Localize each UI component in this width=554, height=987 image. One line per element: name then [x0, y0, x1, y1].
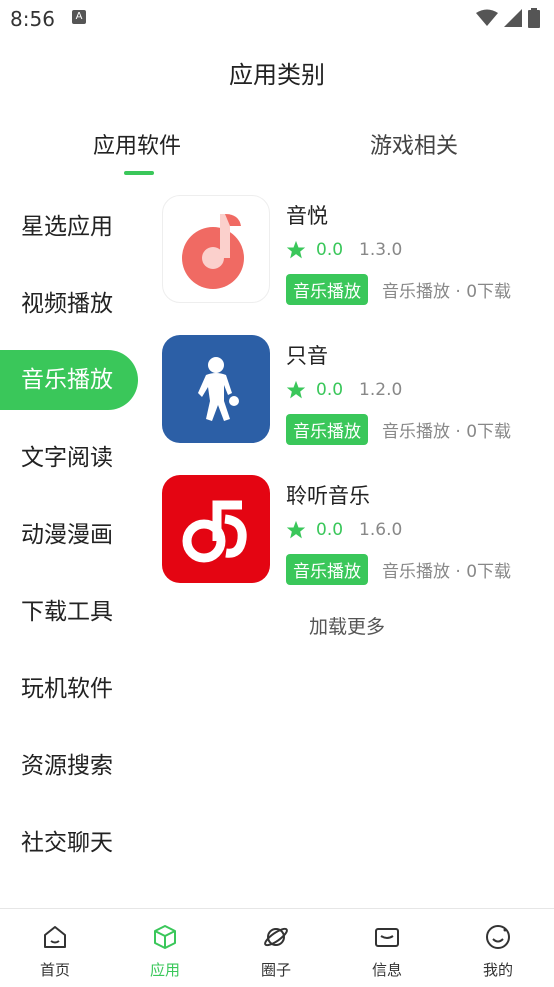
- smile-icon: [486, 925, 510, 949]
- tab-indicator: [124, 171, 154, 175]
- app-version: 1.6.0: [359, 520, 403, 540]
- app-name: 聆听音乐: [286, 484, 370, 508]
- sidebar-item-social[interactable]: 社交聊天: [0, 813, 138, 873]
- sidebar-item-featured[interactable]: 星选应用: [0, 197, 138, 257]
- red-music-note-icon: [162, 475, 270, 583]
- category-tag[interactable]: 音乐播放: [286, 414, 368, 445]
- nav-profile[interactable]: 我的: [443, 909, 553, 987]
- sidebar-item-reading[interactable]: 文字阅读: [0, 428, 138, 488]
- tab-apps[interactable]: 应用软件: [93, 128, 181, 160]
- star-icon: [286, 520, 306, 539]
- app-name: 音悦: [286, 204, 328, 228]
- meta-row: 音乐播放 音乐播放 · 0下载: [286, 274, 511, 305]
- notification-icon: A: [72, 10, 86, 24]
- signal-icon: [504, 9, 522, 27]
- status-time: 8:56: [10, 7, 55, 31]
- category-tabs: 应用软件 游戏相关: [0, 128, 554, 178]
- rating-row: 0.0 1.6.0: [286, 520, 402, 540]
- app-card[interactable]: 聆听音乐 0.0 1.6.0 音乐播放 音乐播放 · 0下载: [162, 475, 554, 585]
- sidebar-item-tools[interactable]: 玩机软件: [0, 659, 138, 719]
- app-meta: 音乐播放 · 0下载: [382, 562, 512, 582]
- sidebar-item-search[interactable]: 资源搜索: [0, 736, 138, 796]
- home-icon: [44, 926, 66, 948]
- wifi-icon: [476, 9, 498, 26]
- star-icon: [286, 380, 306, 399]
- app-version: 1.3.0: [359, 240, 403, 260]
- sidebar-item-video[interactable]: 视频播放: [0, 274, 138, 334]
- status-bar: 8:56 A: [0, 0, 554, 40]
- nav-label: 应用: [149, 961, 180, 979]
- basketball-player-icon: [162, 335, 270, 443]
- rating-row: 0.0 1.3.0: [286, 240, 402, 260]
- nav-apps[interactable]: 应用: [110, 909, 220, 987]
- sidebar-item-comics[interactable]: 动漫漫画: [0, 505, 138, 565]
- load-more-button[interactable]: 加载更多: [162, 612, 532, 639]
- mail-icon: [375, 928, 399, 947]
- nav-home[interactable]: 首页: [0, 909, 110, 987]
- star-icon: [286, 240, 306, 259]
- nav-label: 首页: [39, 961, 70, 979]
- planet-icon: [264, 927, 288, 947]
- category-tag[interactable]: 音乐播放: [286, 274, 368, 305]
- cube-icon: [154, 925, 176, 949]
- nav-label: 圈子: [260, 961, 291, 979]
- meta-row: 音乐播放 音乐播放 · 0下载: [286, 414, 511, 445]
- app-meta: 音乐播放 · 0下载: [382, 282, 512, 302]
- tab-games[interactable]: 游戏相关: [370, 128, 458, 160]
- battery-icon: [528, 8, 540, 28]
- rating-row: 0.0 1.2.0: [286, 380, 402, 400]
- app-name: 只音: [286, 344, 328, 368]
- app-card[interactable]: 只音 0.0 1.2.0 音乐播放 音乐播放 · 0下载: [162, 335, 554, 445]
- app-version: 1.2.0: [359, 380, 403, 400]
- meta-row: 音乐播放 音乐播放 · 0下载: [286, 554, 511, 585]
- status-icons: [476, 8, 540, 28]
- sidebar-item-download[interactable]: 下载工具: [0, 582, 138, 642]
- category-tag[interactable]: 音乐播放: [286, 554, 368, 585]
- bottom-nav: 首页 应用 圈子 信息 我的: [0, 908, 554, 987]
- nav-label: 我的: [482, 961, 513, 979]
- app-rating: 0.0: [316, 240, 344, 260]
- nav-messages[interactable]: 信息: [332, 909, 442, 987]
- app-meta: 音乐播放 · 0下载: [382, 422, 512, 442]
- nav-circle[interactable]: 圈子: [221, 909, 331, 987]
- sidebar-item-music[interactable]: 音乐播放: [0, 350, 138, 410]
- nav-label: 信息: [371, 961, 402, 979]
- app-rating: 0.0: [316, 380, 344, 400]
- page-title: 应用类别: [229, 61, 325, 89]
- music-note-disc-icon: [162, 195, 270, 303]
- app-rating: 0.0: [316, 520, 344, 540]
- app-card[interactable]: 音悦 0.0 1.3.0 音乐播放 音乐播放 · 0下载: [162, 195, 554, 305]
